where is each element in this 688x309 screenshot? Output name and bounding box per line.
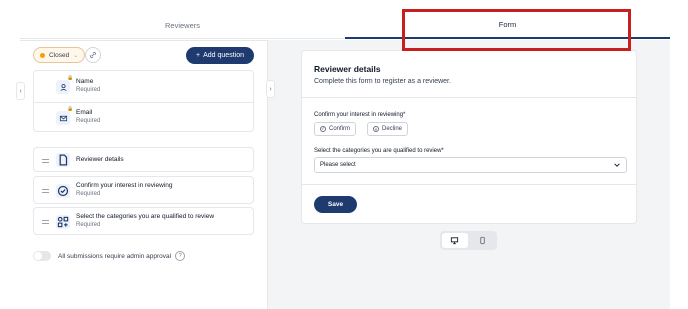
mobile-icon xyxy=(480,236,485,245)
form-subtitle: Complete this form to register as a revi… xyxy=(314,78,451,85)
question-card[interactable]: Reviewer details xyxy=(33,147,254,172)
add-question-label: Add question xyxy=(203,52,244,59)
question-card[interactable]: Select the categories you are qualified … xyxy=(33,207,254,235)
drag-handle-icon[interactable] xyxy=(42,187,49,195)
add-question-button[interactable]: + Add question xyxy=(186,47,254,64)
mobile-view-button[interactable] xyxy=(470,233,496,248)
desktop-view-button[interactable] xyxy=(442,233,468,248)
chevron-left-icon: ‹ xyxy=(19,87,22,95)
drag-handle-icon[interactable] xyxy=(42,157,49,165)
desktop-icon xyxy=(451,237,459,245)
chevron-down-icon xyxy=(614,163,620,167)
lock-icon: 🔒 xyxy=(67,75,74,81)
document-icon xyxy=(56,153,70,167)
drag-handle-icon[interactable] xyxy=(42,218,49,226)
link-button[interactable] xyxy=(85,47,101,63)
form-title: Reviewer details xyxy=(314,64,381,74)
admin-approval-label: All submissions require admin approval xyxy=(58,252,172,260)
categories-icon xyxy=(56,215,70,229)
decline-label: Decline xyxy=(382,126,403,132)
form-divider xyxy=(302,97,636,98)
question-label: Reviewer details xyxy=(76,156,124,163)
check-circle-icon xyxy=(56,184,70,198)
device-toggle xyxy=(440,231,497,250)
field-divider xyxy=(34,102,253,103)
collapse-left-button[interactable]: ‹ xyxy=(16,82,25,100)
form-divider xyxy=(302,184,636,185)
lock-icon: 🔒 xyxy=(67,106,74,112)
field-name-required: Required xyxy=(76,87,101,93)
expand-right-button[interactable]: › xyxy=(266,80,275,98)
save-button[interactable]: Save xyxy=(314,196,357,213)
plus-icon: + xyxy=(196,52,201,59)
chevron-down-icon: ⌄ xyxy=(73,52,79,59)
status-dot xyxy=(40,52,45,58)
highlight-box xyxy=(402,9,631,51)
admin-approval-toggle[interactable] xyxy=(33,251,51,261)
confirm-option[interactable]: ✓ Confirm xyxy=(314,122,357,136)
admin-approval-row: All submissions require admin approval ? xyxy=(58,251,186,261)
decline-option[interactable]: × Decline xyxy=(367,122,409,136)
x-circle-icon: × xyxy=(373,126,379,132)
field-email-label: Email xyxy=(76,109,93,116)
category-select[interactable]: Please select xyxy=(314,157,627,173)
tab-reviewers[interactable]: Reviewers xyxy=(20,12,345,39)
question-label: Confirm your interest in reviewing xyxy=(76,182,173,189)
q2-label: Select the categories you are qualified … xyxy=(314,148,444,154)
help-icon[interactable]: ? xyxy=(175,251,186,261)
form-preview-card: Reviewer details Complete this form to r… xyxy=(301,50,637,224)
status-dropdown[interactable]: Closed ⌄ xyxy=(33,47,86,63)
field-email-required: Required xyxy=(76,118,101,124)
chevron-right-icon: › xyxy=(269,85,272,93)
q1-label: Confirm your interest in reviewing* xyxy=(314,112,406,118)
status-label: Closed xyxy=(49,51,70,59)
question-required: Required xyxy=(76,222,101,228)
left-panel-divider xyxy=(20,40,267,41)
question-card[interactable]: Confirm your interest in reviewing Requi… xyxy=(33,176,254,204)
check-circle-icon: ✓ xyxy=(320,126,326,132)
question-required: Required xyxy=(76,191,101,197)
mail-icon xyxy=(56,111,70,125)
confirm-label: Confirm xyxy=(329,126,351,132)
link-icon xyxy=(90,52,96,58)
select-placeholder: Please select xyxy=(320,162,356,168)
user-icon xyxy=(56,80,70,94)
field-name-label: Name xyxy=(76,78,94,85)
fixed-fields-card: 🔒 Name Required 🔒 Email Required xyxy=(33,70,254,132)
question-label: Select the categories you are qualified … xyxy=(76,213,215,220)
